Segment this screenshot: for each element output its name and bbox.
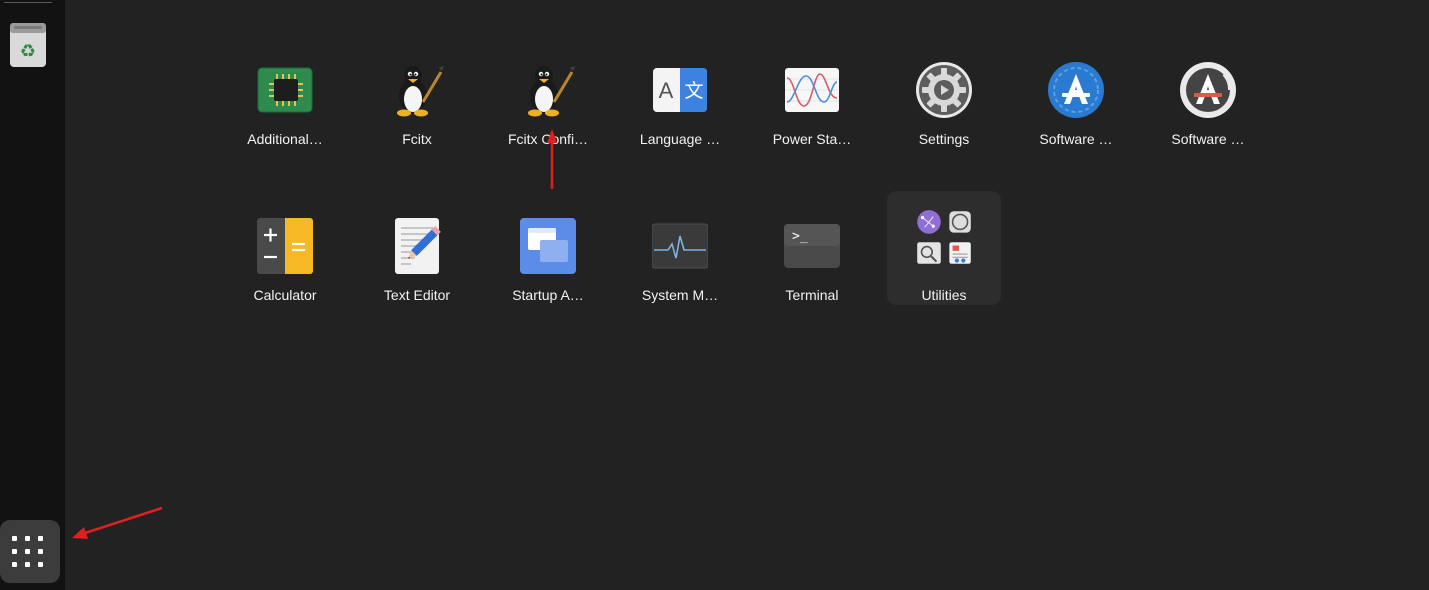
dock: ♻ [0,0,65,590]
app-label: Fcitx [402,131,432,147]
dock-divider [4,2,52,3]
annotation-arrow-left [72,506,163,539]
svg-text:文: 文 [684,80,703,102]
tux-icon [528,66,575,117]
app-label: Text Editor [383,287,451,303]
gear-icon [916,62,972,118]
app-terminal[interactable]: >_ Terminal [755,191,869,305]
svg-text:>_: >_ [792,229,808,244]
app-system-monitor[interactable]: System M… [623,191,737,305]
app-label: Terminal [785,287,839,303]
startup-apps-icon [520,218,576,274]
app-text-editor[interactable]: Text Editor [360,191,474,305]
calculator-icon [257,218,313,274]
app-label: Language … [639,131,721,147]
app-software-updater[interactable]: Software … [1151,35,1265,149]
trash-icon: ♻ [10,23,46,67]
app-grid-icon [12,536,46,570]
system-monitor-icon [652,223,708,269]
text-editor-icon [395,218,441,274]
app-label: Software … [1171,131,1245,147]
tux-icon [397,66,444,117]
app-fcitx[interactable]: Fcitx [360,35,474,149]
show-applications-button[interactable] [0,520,60,583]
svg-text:♻: ♻ [20,41,36,62]
app-power-statistics[interactable]: Power Sta… [755,35,869,149]
folder-icon [917,210,971,264]
software-icon [1048,62,1104,118]
power-stats-icon [785,68,839,112]
language-icon: A 文 [653,68,707,112]
app-label: Power Sta… [772,131,852,147]
app-label: Settings [918,131,970,147]
terminal-icon: >_ [784,224,840,268]
trash-button[interactable]: ♻ [8,21,48,69]
app-label: Startup A… [512,287,584,303]
svg-text:A: A [659,78,674,103]
folder-utilities[interactable]: Utilities [887,191,1001,305]
app-label: Utilities [921,287,967,303]
app-language-support[interactable]: A 文 Language … [623,35,737,149]
app-calculator[interactable]: Calculator [228,191,342,305]
app-label: Additional… [247,131,323,147]
app-startup-applications[interactable]: Startup A… [491,191,605,305]
app-label: Fcitx Confi… [507,131,589,147]
app-software[interactable]: Software … [1019,35,1133,149]
app-label: Software … [1039,131,1113,147]
app-settings[interactable]: Settings [887,35,1001,149]
app-label: System M… [641,287,719,303]
app-additional-drivers[interactable]: Additional… [228,35,342,149]
software-updater-icon [1180,62,1236,118]
app-fcitx-configuration[interactable]: Fcitx Confi… [491,35,605,149]
chip-icon [257,67,313,113]
app-label: Calculator [253,287,317,303]
